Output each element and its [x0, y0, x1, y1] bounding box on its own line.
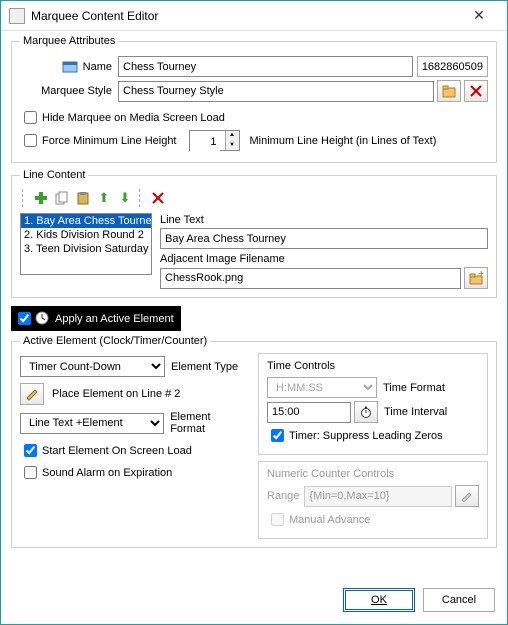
time-controls-group: Time Controls H:MM:SS Time Format Time I… — [258, 353, 488, 455]
place-element-label: Place Element on Line # 2 — [52, 388, 180, 400]
style-input[interactable] — [118, 81, 434, 102]
ok-button[interactable]: OK — [343, 588, 415, 612]
active-element-group: Active Element (Clock/Timer/Counter) Tim… — [11, 335, 497, 548]
force-min-checkbox[interactable] — [24, 134, 37, 147]
clock-icon — [35, 311, 51, 327]
id-display: 1682860509 — [417, 56, 488, 77]
force-min-label: Force Minimum Line Height — [42, 135, 177, 147]
time-format-label: Time Format — [383, 382, 445, 394]
hide-label: Hide Marquee on Media Screen Load — [42, 112, 225, 124]
close-button[interactable]: ✕ — [459, 4, 499, 28]
time-format-select[interactable]: H:MM:SS — [267, 377, 377, 398]
list-item[interactable]: 3. Teen Division Saturday — [21, 242, 151, 256]
element-format-select[interactable]: Line Text +Element — [20, 413, 164, 434]
style-label: Marquee Style — [20, 85, 118, 97]
name-input[interactable] — [118, 56, 413, 77]
stopwatch-button[interactable] — [354, 401, 378, 423]
window-title: Marquee Content Editor — [31, 9, 459, 23]
element-format-label: Element Format — [170, 411, 248, 435]
titlebar: Marquee Content Editor ✕ — [1, 1, 507, 31]
list-item[interactable]: 1. Bay Area Chess Tourney — [21, 214, 151, 228]
adj-image-input[interactable] — [160, 268, 461, 289]
style-delete-button[interactable] — [464, 80, 488, 102]
adj-image-label: Adjacent Image Filename — [160, 253, 488, 265]
paste-button[interactable] — [74, 189, 92, 207]
numeric-legend: Numeric Counter Controls — [267, 468, 479, 480]
min-line-value[interactable] — [190, 131, 220, 152]
adj-browse-button[interactable]: + — [464, 267, 488, 289]
line-text-input[interactable] — [160, 228, 488, 249]
alarm-label: Sound Alarm on Expiration — [42, 467, 172, 479]
app-icon — [9, 8, 25, 24]
line-content-legend: Line Content — [20, 169, 88, 181]
numeric-controls-group: Numeric Counter Controls Range {Min=0,Ma… — [258, 461, 488, 539]
marquee-attributes-legend: Marquee Attributes — [20, 35, 118, 47]
svg-text:+: + — [478, 271, 483, 280]
time-interval-input[interactable] — [267, 402, 351, 423]
name-icon — [62, 59, 78, 75]
element-type-label: Element Type — [171, 361, 238, 373]
line-text-label: Line Text — [160, 214, 488, 226]
delete-line-button[interactable] — [149, 189, 167, 207]
element-type-select[interactable]: Timer Count-Down — [20, 356, 165, 377]
alarm-checkbox[interactable] — [24, 466, 37, 479]
line-toolbar: ⬆ ⬇ — [20, 187, 488, 213]
suppress-zeros-checkbox[interactable] — [271, 429, 284, 442]
list-item[interactable]: 2. Kids Division Round 2 — [21, 228, 151, 242]
range-edit-button — [455, 485, 479, 507]
move-up-button[interactable]: ⬆ — [95, 189, 113, 207]
range-label: Range — [267, 490, 299, 502]
manual-advance-checkbox — [271, 513, 284, 526]
min-line-label: Minimum Line Height (in Lines of Text) — [250, 135, 437, 147]
range-display: {Min=0,Max=10} — [304, 486, 452, 507]
dialog-window: Marquee Content Editor ✕ Marquee Attribu… — [0, 0, 508, 625]
time-controls-legend: Time Controls — [267, 360, 479, 372]
cancel-button[interactable]: Cancel — [423, 588, 495, 612]
marquee-attributes-group: Marquee Attributes Name 1682860509 Marqu… — [11, 35, 497, 163]
time-interval-label: Time Interval — [384, 406, 447, 418]
dialog-buttons: OK Cancel — [1, 578, 507, 624]
suppress-zeros-label: Timer: Suppress Leading Zeros — [289, 430, 443, 442]
apply-active-checkbox[interactable] — [18, 312, 31, 325]
apply-active-bar: Apply an Active Element — [11, 306, 181, 331]
start-onload-checkbox[interactable] — [24, 444, 37, 457]
place-element-button[interactable] — [20, 383, 44, 405]
line-listbox[interactable]: 1. Bay Area Chess Tourney 2. Kids Divisi… — [20, 213, 152, 275]
active-element-legend: Active Element (Clock/Timer/Counter) — [20, 335, 210, 347]
start-onload-label: Start Element On Screen Load — [42, 445, 192, 457]
copy-button[interactable] — [53, 189, 71, 207]
add-button[interactable] — [32, 189, 50, 207]
spin-down-icon[interactable]: ▼ — [226, 141, 239, 151]
apply-active-label: Apply an Active Element — [55, 313, 174, 325]
spin-up-icon[interactable]: ▲ — [226, 131, 239, 141]
name-label: Name — [83, 61, 112, 73]
move-down-button[interactable]: ⬇ — [116, 189, 134, 207]
manual-advance-label: Manual Advance — [289, 514, 370, 526]
min-line-spinner[interactable]: ▲▼ — [189, 130, 240, 151]
line-content-group: Line Content ⬆ ⬇ 1. Bay Area Chess Tourn… — [11, 169, 497, 298]
style-browse-button[interactable] — [437, 80, 461, 102]
hide-checkbox[interactable] — [24, 111, 37, 124]
